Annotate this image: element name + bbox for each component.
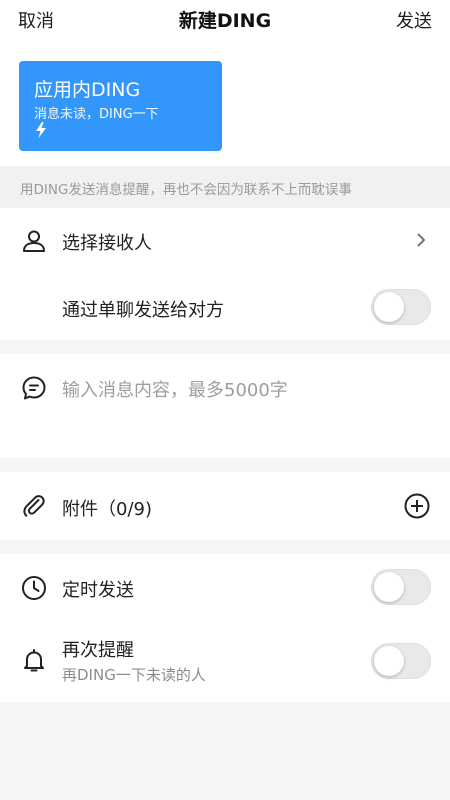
tip-text: 用DING发送消息提醒，再也不会因为联系不上而耽误事 xyxy=(20,182,352,198)
add-attachment-icon[interactable] xyxy=(404,493,430,519)
reminder-toggle[interactable] xyxy=(371,643,431,679)
reminder-sublabel: 再DING一下未读的人 xyxy=(62,666,206,684)
private-chat-toggle[interactable] xyxy=(371,289,431,325)
select-recipients-label: 选择接收人 xyxy=(62,233,152,254)
reminder-row: 再次提醒 再DING一下未读的人 xyxy=(0,620,450,702)
chevron-right-icon xyxy=(417,233,426,247)
tip-banner: 用DING发送消息提醒，再也不会因为联系不上而耽误事 xyxy=(0,166,450,208)
person-icon xyxy=(23,230,45,252)
page-title: 新建DING xyxy=(178,10,272,32)
ding-type-section: 应用内DING 消息未读，DING一下 xyxy=(0,38,450,166)
private-chat-row: 通过单聊发送给对方 xyxy=(0,272,450,340)
top-bar: 取消 新建DING 发送 xyxy=(0,0,450,38)
toggle-knob xyxy=(374,646,404,676)
private-chat-label: 通过单聊发送给对方 xyxy=(62,300,224,321)
clock-icon xyxy=(22,576,46,600)
toggle-knob xyxy=(374,572,404,602)
paperclip-icon xyxy=(23,495,45,517)
chat-bubble-icon xyxy=(22,376,46,400)
message-input[interactable]: 输入消息内容，最多5000字 xyxy=(62,376,288,402)
reminder-label: 再次提醒 xyxy=(62,640,134,661)
options-section: 定时发送 再次提醒 再DING一下未读的人 xyxy=(0,554,450,702)
bell-icon xyxy=(24,649,44,672)
attachment-section: 附件（0/9) xyxy=(0,472,450,540)
scheduled-send-row: 定时发送 xyxy=(0,554,450,620)
scheduled-send-label: 定时发送 xyxy=(62,580,134,601)
ding-type-card-in-app[interactable]: 应用内DING 消息未读，DING一下 xyxy=(19,61,222,151)
message-section: 输入消息内容，最多5000字 xyxy=(0,354,450,458)
select-recipients-row[interactable]: 选择接收人 xyxy=(0,208,450,272)
ding-type-name: 应用内DING xyxy=(34,79,141,101)
lightning-bolt-icon xyxy=(36,122,46,138)
ding-type-description: 消息未读，DING一下 xyxy=(34,107,159,122)
recipient-section: 选择接收人 通过单聊发送给对方 xyxy=(0,208,450,340)
attachment-label: 附件（0/9) xyxy=(62,499,152,520)
toggle-knob xyxy=(374,292,404,322)
send-button[interactable]: 发送 xyxy=(396,7,432,33)
scheduled-send-toggle[interactable] xyxy=(371,569,431,605)
